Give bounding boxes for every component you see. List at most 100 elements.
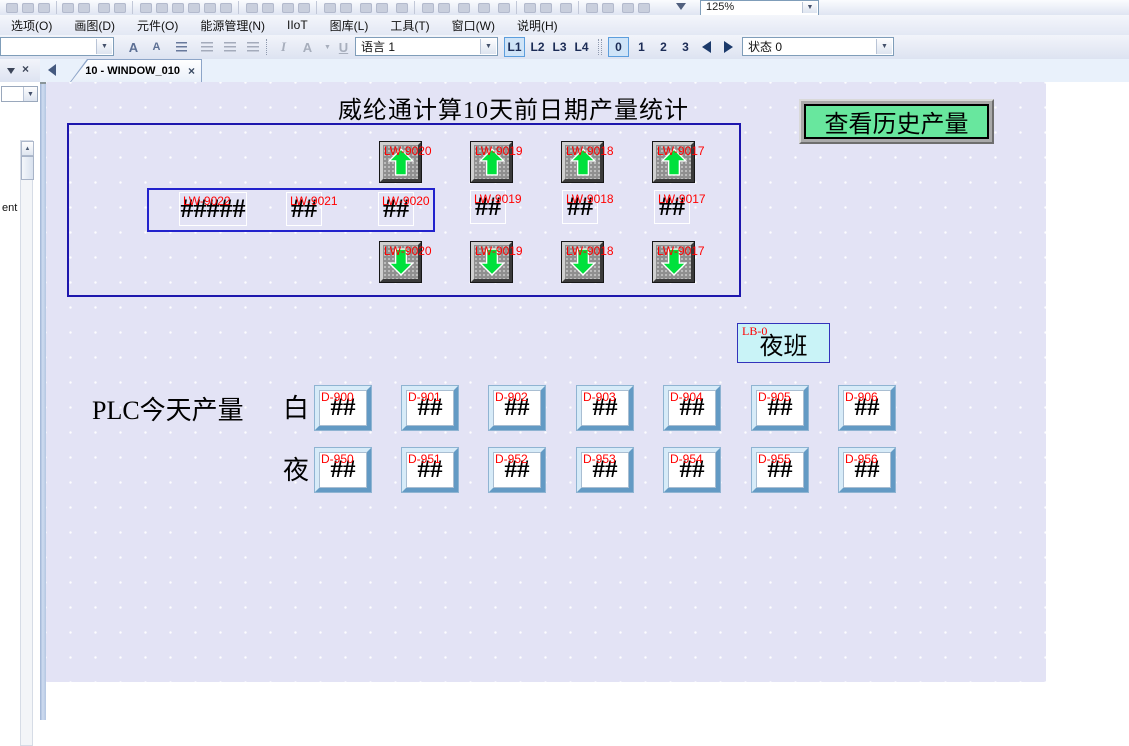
panel-scrollbar[interactable]: ▲ [20,140,33,746]
toolbar-icon[interactable] [114,3,126,13]
menu-energy[interactable]: 能源管理(N) [189,17,276,34]
numeric-display[interactable]: LW-9018 ## [562,190,598,224]
align-center-icon[interactable] [220,38,239,56]
scrollbar-thumb[interactable] [21,156,34,180]
increment-button[interactable]: LW-9019 [471,142,512,182]
state-tab-1[interactable]: 1 [631,37,652,57]
toolbar-icon[interactable] [78,3,90,13]
toolbar-icon[interactable] [172,3,184,13]
toolbar-icon[interactable] [438,3,450,13]
align-left-icon[interactable] [197,38,216,56]
toolbar-icon[interactable] [396,3,408,13]
chevron-down-icon[interactable]: ▼ [96,39,112,54]
state-tab-0[interactable]: 0 [608,37,629,57]
increment-button[interactable]: LW-9020 [380,142,421,182]
panel-close-icon[interactable]: × [22,62,29,76]
menu-tools[interactable]: 工具(T) [379,17,440,34]
numeric-display[interactable]: D-901 ## [402,386,458,430]
numeric-display[interactable]: D-904 ## [664,386,720,430]
toolbar-icon[interactable] [540,3,552,13]
chevron-down-icon[interactable]: ▼ [23,87,37,101]
tab-close-icon[interactable]: × [188,64,195,78]
numeric-display[interactable]: D-951 ## [402,448,458,492]
toolbar-icon[interactable] [376,3,388,13]
toolbar-icon[interactable] [22,3,34,13]
panel-menu-icon[interactable] [7,68,15,78]
toolbar-icon[interactable] [478,3,490,13]
toolbar-icon[interactable] [6,3,18,13]
increment-button[interactable]: LW-9018 [562,142,603,182]
numeric-display[interactable]: D-956 ## [839,448,895,492]
tab-scroll-left-icon[interactable] [48,64,56,76]
menu-window[interactable]: 窗口(W) [441,17,506,34]
chevron-down-icon[interactable]: ▼ [802,2,817,13]
toolbar-icon[interactable] [602,3,614,13]
font-enlarge-icon[interactable]: A [124,38,143,56]
hmi-window-canvas[interactable]: 威纶通计算10天前日期产量统计 查看历史产量 LW-9020 LW-9019 L… [46,82,1046,682]
decrement-button[interactable]: LW-9017 [653,242,694,282]
toolbar-icon[interactable] [38,3,50,13]
numeric-display[interactable]: LW-9019 ## [470,190,506,224]
numeric-display[interactable]: D-950 ## [315,448,371,492]
font-shrink-icon[interactable]: A [147,38,166,56]
toolbar-icon[interactable] [638,3,650,13]
decrement-button[interactable]: LW-9018 [562,242,603,282]
view-history-button-face[interactable]: 查看历史产量 [804,104,989,139]
toolbar-icon[interactable] [262,3,274,13]
toolbar-icon[interactable] [524,3,536,13]
numeric-display[interactable]: D-902 ## [489,386,545,430]
tab-window-010-face[interactable]: 10 - WINDOW_010 × [71,60,201,82]
line-spacing-icon[interactable] [172,38,191,56]
next-state-icon[interactable] [724,41,733,53]
numeric-display[interactable]: D-905 ## [752,386,808,430]
menu-iiot[interactable]: IIoT [276,18,319,32]
numeric-display[interactable]: D-903 ## [577,386,633,430]
align-right-icon[interactable] [243,38,262,56]
toolbar-icon[interactable] [298,3,310,13]
language-tab-l3[interactable]: L3 [549,37,570,57]
menu-objects[interactable]: 元件(O) [126,17,189,34]
toolbar-icon[interactable] [140,3,152,13]
toolbar-icon[interactable] [586,3,598,13]
toolbar-icon[interactable] [324,3,336,13]
language-combobox[interactable]: 语言 1 ▼ [355,37,498,56]
panel-filter-combobox[interactable]: ▼ [1,86,38,102]
chevron-down-icon[interactable]: ▼ [480,39,496,54]
italic-icon[interactable]: I [274,38,293,56]
numeric-display[interactable]: D-900 ## [315,386,371,430]
state-tab-2[interactable]: 2 [653,37,674,57]
menu-library[interactable]: 图库(L) [319,17,380,34]
toolbar-icon[interactable] [220,3,232,13]
font-combobox[interactable]: ▼ [0,37,114,56]
decrement-button[interactable]: LW-9019 [471,242,512,282]
language-tab-l4[interactable]: L4 [571,37,592,57]
previous-state-icon[interactable] [702,41,711,53]
increment-button[interactable]: LW-9017 [653,142,694,182]
language-tab-l2[interactable]: L2 [527,37,548,57]
font-color-icon[interactable]: A [298,38,317,56]
toolbar-icon[interactable] [360,3,372,13]
numeric-display[interactable]: D-906 ## [839,386,895,430]
menu-help[interactable]: 说明(H) [506,17,569,34]
toolbar-icon[interactable] [622,3,634,13]
numeric-display[interactable]: D-954 ## [664,448,720,492]
scroll-up-icon[interactable]: ▲ [21,141,34,156]
toolbar-icon[interactable] [204,3,216,13]
numeric-display[interactable]: LW-9017 ## [654,190,690,224]
toolbar-icon[interactable] [156,3,168,13]
toolbar-icon[interactable] [98,3,110,13]
toolbar-icon[interactable] [188,3,200,13]
zoom-tool-icon[interactable] [676,3,686,15]
numeric-display[interactable]: D-953 ## [577,448,633,492]
view-history-button[interactable]: 查看历史产量 [799,99,994,144]
menu-draw[interactable]: 画图(D) [63,17,126,34]
menu-options[interactable]: 选项(O) [0,17,63,34]
language-tab-l1[interactable]: L1 [504,37,525,57]
toolbar-icon[interactable] [498,3,510,13]
toolbar-icon[interactable] [458,3,470,13]
numeric-display[interactable]: D-955 ## [752,448,808,492]
toolbar-icon[interactable] [422,3,434,13]
toolbar-icon[interactable] [340,3,352,13]
underline-icon[interactable]: U [334,38,353,56]
state-tab-3[interactable]: 3 [675,37,696,57]
